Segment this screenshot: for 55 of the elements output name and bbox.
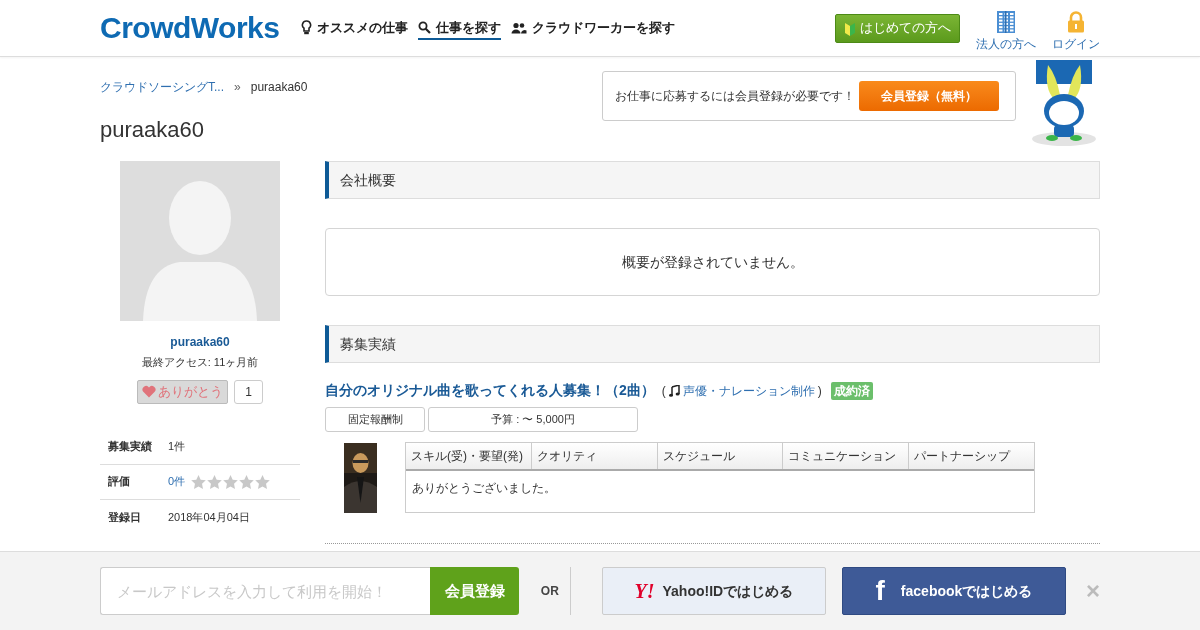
- header-link[interactable]: ログイン: [1052, 11, 1100, 53]
- breadcrumb-link[interactable]: クラウドソーシングT...: [100, 78, 224, 96]
- star-icon: [191, 474, 207, 489]
- nav-link[interactable]: 仕事を探す: [418, 17, 502, 41]
- nav-link[interactable]: クラウドワーカーを探す: [511, 17, 676, 41]
- or-label: OR: [540, 583, 559, 600]
- rating-count-link[interactable]: 0件: [168, 473, 186, 490]
- star-icon: [239, 474, 255, 489]
- lightbulb-icon: [301, 20, 313, 35]
- page-title: puraaka60: [100, 116, 205, 144]
- header-link[interactable]: 法人の方へ: [976, 11, 1036, 53]
- beginner-button[interactable]: はじめての方へ: [835, 13, 960, 43]
- stat-value: 1件: [168, 439, 186, 455]
- rating-column-header: クオリティ: [530, 443, 657, 469]
- section-heading: 募集実績: [325, 325, 1100, 363]
- stat-value: 2018年04月04日: [168, 509, 250, 525]
- rating-column-header: スキル(受)・要望(発): [410, 448, 524, 465]
- overview-message: 概要が登録されていません。: [621, 252, 804, 272]
- yahoo-logo: Y!: [634, 579, 655, 604]
- facebook-logo: f: [875, 577, 885, 605]
- yahoo-signin-button[interactable]: Y! Yahoo!IDではじめる: [601, 567, 826, 615]
- callout-text: お仕事に応募するには会員登録が必要です！: [615, 88, 855, 105]
- stat-label: 評価: [107, 474, 131, 490]
- status-badge: 成約済: [830, 381, 873, 400]
- building-icon: [997, 11, 1015, 33]
- thanks-count: 1: [234, 379, 263, 404]
- breadcrumb-separator: »: [234, 79, 241, 96]
- star-icon: [255, 474, 271, 489]
- rating-column-header: パートナーシップ: [908, 443, 1034, 469]
- job-title-link[interactable]: 自分のオリジナル曲を歌ってくれる人募集！（2曲）: [325, 380, 655, 401]
- paren-text: ): [817, 382, 822, 400]
- stat-label: 登録日: [107, 509, 142, 525]
- rating-column-header: コミュニケーション: [782, 443, 909, 469]
- section-heading: 会社概要: [325, 161, 1100, 199]
- facebook-signin-button[interactable]: f facebookではじめる: [841, 567, 1066, 615]
- music-note-icon: [668, 384, 680, 397]
- star-icon: [207, 474, 223, 489]
- register-button[interactable]: 会員登録: [430, 567, 519, 615]
- profile-name[interactable]: puraaka60: [170, 333, 230, 351]
- star-icon: [223, 474, 239, 489]
- crowdworks-logo[interactable]: CrowdWorks: [100, 13, 280, 43]
- rating-column-header: スケジュール: [656, 443, 783, 469]
- review-comment: ありがとうございました。: [412, 479, 556, 497]
- breadcrumb-current: puraaka60: [250, 79, 308, 96]
- last-access-text: 最終アクセス: 11ヶ月前: [141, 355, 259, 370]
- stat-label: 募集実績: [107, 439, 153, 455]
- job-tag: 予算 : 〜 5,000円: [428, 407, 638, 432]
- people-icon: [511, 21, 528, 34]
- paren-text: (: [661, 382, 666, 400]
- job-tag: 固定報酬制: [325, 407, 425, 432]
- lock-icon: [1067, 11, 1085, 33]
- heart-icon: [142, 385, 157, 398]
- nav-link[interactable]: オススメの仕事: [301, 17, 409, 41]
- category-link[interactable]: 声優・ナレーション制作: [682, 381, 815, 400]
- search-icon: [418, 21, 432, 34]
